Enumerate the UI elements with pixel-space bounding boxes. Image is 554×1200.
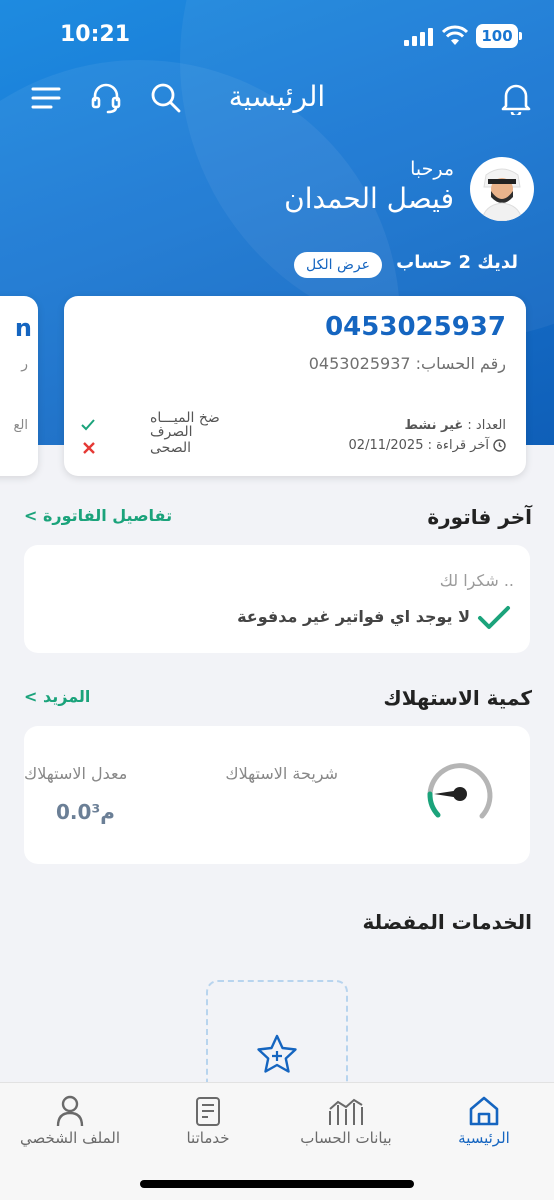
- avatar[interactable]: [470, 157, 534, 221]
- account-number: 0453025937: [325, 312, 506, 342]
- account-card-next-label: ر: [21, 356, 28, 372]
- last-read: آخر قراءة : 02/11/2025: [348, 438, 489, 453]
- bill-details-link[interactable]: < تفاصيل الفاتورة: [24, 506, 172, 525]
- check-icon: [478, 606, 510, 629]
- bell-icon[interactable]: [496, 78, 536, 118]
- user-name: فيصل الحمدان: [284, 182, 454, 215]
- account-card-next[interactable]: n ر الع: [0, 296, 38, 476]
- signal-icon: [404, 28, 434, 46]
- service-sewage-label: الصرف الصحى: [150, 424, 193, 456]
- last-read-line: آخر قراءة : 02/11/2025: [349, 438, 506, 453]
- page-title: الرئيسية: [228, 80, 326, 113]
- chart-icon: [329, 1098, 363, 1125]
- account-card-next-title: n: [14, 314, 32, 342]
- more-link[interactable]: < المزيد: [24, 687, 90, 706]
- status-bar: 10:21 100: [0, 20, 554, 56]
- bill-details-label: تفاصيل الفاتورة: [42, 506, 173, 525]
- status-time: 10:21: [60, 22, 131, 47]
- favorites-title: الخدمات المفضلة: [362, 910, 532, 934]
- consumption-rate-value: 0.0م³: [56, 800, 115, 824]
- consumption-rate-label: معدل الاستهلاك: [24, 764, 128, 783]
- chevron-left-icon: <: [24, 687, 38, 706]
- consumption-card: شريحة الاستهلاك معدل الاستهلاك 0.0م³: [24, 726, 530, 864]
- consumption-tier-label: شريحة الاستهلاك: [225, 764, 338, 783]
- tab-account-data[interactable]: بيانات الحساب: [276, 1093, 416, 1147]
- star-plus-icon: [257, 1034, 297, 1073]
- thanks-text: شكرا لك ..: [439, 571, 514, 590]
- more-label: المزيد: [42, 687, 91, 706]
- tab-services[interactable]: خدماتنا: [138, 1093, 278, 1147]
- chevron-left-icon: <: [24, 506, 38, 525]
- meter-status-line: العداد : غير نشط: [404, 418, 506, 433]
- view-all-button[interactable]: عرض الكل: [294, 252, 382, 278]
- tab-profile[interactable]: الملف الشخصي: [0, 1093, 140, 1147]
- meter-label: العداد :: [463, 418, 506, 433]
- home-indicator: [140, 1180, 414, 1188]
- greeting-hello: مرحبا: [410, 158, 454, 180]
- services-icon: [196, 1097, 220, 1126]
- consumption-title: كمية الاستهلاك: [383, 686, 532, 710]
- account-label: رقم الحساب: 0453025937: [308, 354, 506, 373]
- top-bar: الرئيسية: [0, 72, 554, 122]
- meter-status: غير نشط: [404, 418, 464, 433]
- tab-account-data-label: بيانات الحساب: [300, 1129, 392, 1147]
- last-bill-title: آخر فاتورة: [427, 505, 532, 529]
- profile-icon: [56, 1095, 84, 1127]
- home-icon: [469, 1096, 499, 1126]
- no-bills-message: لا يوجد اي فواتير غير مدفوعة: [237, 607, 470, 626]
- wifi-icon: [442, 25, 468, 45]
- greeting: مرحبا فيصل الحمدان: [284, 158, 454, 215]
- check-icon: [81, 419, 95, 431]
- last-bill-card: شكرا لك .. لا يوجد اي فواتير غير مدفوعة: [24, 545, 530, 653]
- cross-icon: [83, 442, 95, 454]
- clock-icon: [493, 439, 506, 452]
- account-card[interactable]: 0453025937 رقم الحساب: 0453025937 العداد…: [64, 296, 526, 476]
- account-card-next-meter: الع: [13, 418, 29, 433]
- tab-home-label: الرئيسية: [458, 1129, 510, 1147]
- tab-profile-label: الملف الشخصي: [20, 1129, 120, 1147]
- tab-services-label: خدماتنا: [186, 1129, 230, 1147]
- tab-home[interactable]: الرئيسية: [414, 1093, 554, 1147]
- gauge-icon: [427, 763, 493, 819]
- accounts-summary: لديك 2 حساب: [396, 252, 518, 273]
- battery-indicator: 100: [476, 24, 522, 48]
